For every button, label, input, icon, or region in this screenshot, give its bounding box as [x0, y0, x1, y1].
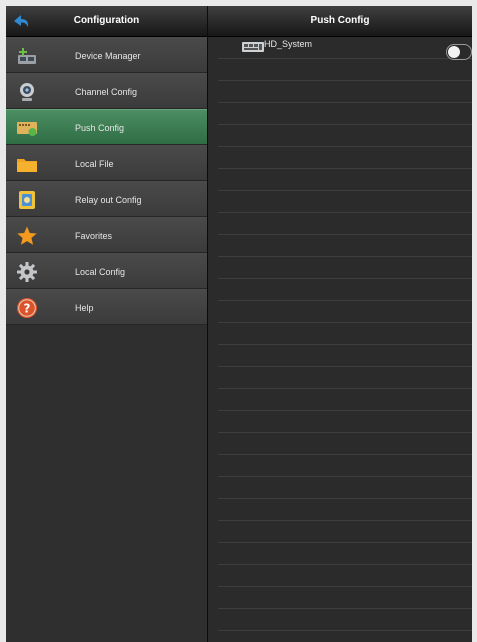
sidebar-item-label: Help	[75, 303, 94, 313]
webcam-icon	[20, 83, 34, 101]
empty-list-row	[218, 257, 472, 279]
device-manager-icon	[18, 48, 36, 64]
list-item-device[interactable]: HD_System	[218, 37, 472, 59]
device-name: HD_System	[264, 39, 313, 49]
sidebar-item-help[interactable]: ? Help	[6, 289, 207, 325]
sidebar-menu: Device Manager Channel Config Push Confi…	[6, 37, 207, 325]
empty-list-row	[218, 389, 472, 411]
empty-list-row	[218, 499, 472, 521]
empty-list-row	[218, 191, 472, 213]
toggle-knob	[448, 46, 460, 58]
empty-list-row	[218, 81, 472, 103]
sidebar-item-label: Device Manager	[75, 51, 141, 61]
empty-list-row	[218, 543, 472, 565]
sidebar-item-label: Local File	[75, 159, 114, 169]
sidebar-item-label: Push Config	[75, 123, 125, 133]
push-config-list: HD_System	[208, 37, 472, 642]
sidebar-item-device-manager[interactable]: Device Manager	[6, 37, 207, 73]
sidebar-empty-area	[6, 325, 207, 642]
sidebar-item-label: Favorites	[75, 231, 113, 241]
empty-list-row	[218, 301, 472, 323]
dvr-device-icon	[242, 42, 264, 52]
help-icon: ?	[17, 298, 37, 318]
sidebar-item-favorites[interactable]: Favorites	[6, 217, 207, 253]
empty-list-row	[218, 103, 472, 125]
empty-list-row	[218, 565, 472, 587]
empty-list-row	[218, 59, 472, 81]
empty-list-row	[218, 279, 472, 301]
empty-list-row	[218, 345, 472, 367]
empty-list-row	[218, 455, 472, 477]
empty-list-row	[218, 213, 472, 235]
empty-list-row	[218, 411, 472, 433]
sidebar-item-channel-config[interactable]: Channel Config	[6, 73, 207, 109]
sidebar-item-local-config[interactable]: Local Config	[6, 253, 207, 289]
page-title: Push Config	[310, 15, 370, 26]
sidebar-title: Configuration	[73, 15, 140, 26]
empty-list-row	[218, 169, 472, 191]
empty-list-row	[218, 235, 472, 257]
sidebar-item-push-config[interactable]: Push Config	[6, 109, 207, 145]
empty-list-row	[218, 477, 472, 499]
empty-list-row	[218, 587, 472, 609]
svg-text:?: ?	[24, 302, 31, 316]
empty-list-row	[218, 367, 472, 389]
empty-list-row	[218, 323, 472, 345]
empty-list-row	[218, 609, 472, 631]
empty-list-row	[218, 147, 472, 169]
folder-icon	[17, 159, 37, 172]
sidebar-item-label: Local Config	[75, 267, 126, 277]
sidebar-item-label: Channel Config	[75, 87, 138, 97]
empty-list-row	[218, 521, 472, 543]
push-config-icon	[17, 122, 37, 136]
gear-icon	[17, 262, 37, 282]
push-toggle[interactable]	[446, 44, 472, 60]
sidebar-item-label: Relay out Config	[75, 195, 142, 205]
star-icon	[17, 226, 37, 245]
sidebar-item-local-file[interactable]: Local File	[6, 145, 207, 181]
empty-list-row	[218, 433, 472, 455]
sidebar: Device Manager Channel Config Push Confi…	[6, 37, 207, 642]
sidebar-item-relay-out-config[interactable]: Relay out Config	[6, 181, 207, 217]
app-window: Configuration Push Config Device Manager	[6, 6, 472, 642]
top-bar: Configuration Push Config	[6, 6, 472, 37]
empty-list-row	[218, 125, 472, 147]
relay-out-icon	[19, 191, 35, 209]
